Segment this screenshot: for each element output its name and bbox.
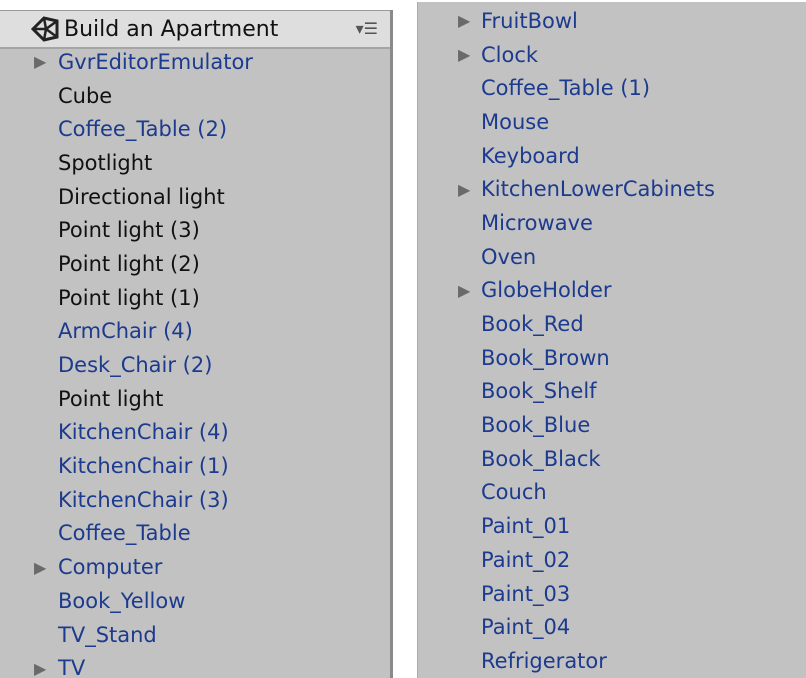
hierarchy-item[interactable]: Point light (1): [0, 281, 390, 315]
hierarchy-item-label: Point light (3): [58, 218, 200, 243]
hierarchy-item-label: Cube: [58, 83, 113, 108]
expand-arrow-icon[interactable]: ▶: [458, 11, 470, 30]
hierarchy-item[interactable]: KitchenChair (3): [0, 483, 390, 517]
hierarchy-item[interactable]: Paint_02: [418, 543, 806, 577]
hierarchy-item[interactable]: Point light (3): [0, 213, 390, 247]
hierarchy-item-label: GvrEditorEmulator: [58, 49, 253, 74]
hierarchy-item[interactable]: Book_Black: [418, 442, 806, 476]
hierarchy-item[interactable]: Paint_04: [418, 610, 806, 644]
hierarchy-item-label: TV_Stand: [58, 622, 157, 647]
hierarchy-item[interactable]: Directional light: [0, 180, 390, 214]
unity-scene-icon: [30, 16, 59, 42]
hierarchy-item-label: Book_Shelf: [481, 379, 597, 404]
hierarchy-item-label: Book_Black: [481, 446, 601, 471]
hierarchy-item-label: Desk_Chair (2): [58, 353, 213, 378]
hierarchy-item-label: KitchenChair (4): [58, 420, 229, 445]
hierarchy-item-label: Book_Blue: [481, 413, 591, 438]
hierarchy-panel-left: Build an Apartment ▾☰ ▶ GvrEditorEmulator…: [0, 10, 393, 678]
expand-arrow-icon[interactable]: ▶: [34, 659, 46, 678]
hierarchy-item[interactable]: ▶ Computer: [0, 550, 390, 584]
hierarchy-item-label: Point light (2): [58, 251, 200, 276]
expand-arrow-icon[interactable]: ▶: [34, 52, 46, 71]
hierarchy-item[interactable]: Cube: [0, 79, 390, 113]
hierarchy-item[interactable]: ▶ GlobeHolder: [418, 274, 806, 308]
hierarchy-item-label: Spotlight: [58, 150, 153, 175]
hierarchy-panel-right: ▶ FruitBowl ▶ Clock Coffee_Table (1) Mouse Key…: [417, 2, 806, 678]
hierarchy-item[interactable]: Oven: [418, 240, 806, 274]
expand-arrow-icon[interactable]: ▶: [34, 558, 46, 577]
expand-arrow-icon[interactable]: ▶: [458, 281, 470, 300]
hierarchy-list: ▶ FruitBowl ▶ Clock Coffee_Table (1) Mouse Key…: [418, 4, 806, 678]
hierarchy-item[interactable]: Refrigerator: [418, 644, 806, 678]
hierarchy-item[interactable]: Book_Brown: [418, 341, 806, 375]
scrollbar[interactable]: [390, 120, 393, 678]
hierarchy-item-label: KitchenLowerCabinets: [481, 177, 715, 202]
hierarchy-item-label: Coffee_Table (1): [481, 76, 651, 101]
hierarchy-item-label: GlobeHolder: [481, 278, 612, 303]
hierarchy-item-label: Mouse: [481, 109, 550, 134]
hierarchy-item-label: Coffee_Table: [58, 521, 191, 546]
hierarchy-item[interactable]: Book_Yellow: [0, 584, 390, 618]
hierarchy-list: ▶ GvrEditorEmulator Cube Coffee_Table (2) Sp…: [0, 45, 390, 678]
hierarchy-item[interactable]: ▶ TV: [0, 651, 390, 678]
hierarchy-item-label: Oven: [481, 244, 537, 269]
hierarchy-item[interactable]: KitchenChair (1): [0, 449, 390, 483]
hierarchy-item-label: FruitBowl: [481, 8, 578, 33]
hierarchy-item[interactable]: Spotlight: [0, 146, 390, 180]
hierarchy-item[interactable]: Book_Shelf: [418, 375, 806, 409]
expand-arrow-icon[interactable]: ▶: [458, 45, 470, 64]
hierarchy-item-label: Paint_03: [481, 581, 571, 606]
hierarchy-item-label: TV: [58, 656, 86, 678]
hierarchy-item-label: Paint_02: [481, 547, 571, 572]
scene-header[interactable]: Build an Apartment ▾☰: [0, 10, 390, 49]
hierarchy-item-label: Point light: [58, 386, 164, 411]
hierarchy-item[interactable]: ▶ KitchenLowerCabinets: [418, 172, 806, 206]
hierarchy-item[interactable]: ▶ Clock: [418, 38, 806, 72]
hierarchy-item[interactable]: Microwave: [418, 206, 806, 240]
hierarchy-item-label: Refrigerator: [481, 648, 607, 673]
hierarchy-item-label: Book_Brown: [481, 345, 610, 370]
hierarchy-item[interactable]: Book_Blue: [418, 408, 806, 442]
hierarchy-item-label: Paint_01: [481, 514, 571, 539]
hierarchy-item-label: Book_Red: [481, 312, 584, 337]
hierarchy-item[interactable]: KitchenChair (4): [0, 416, 390, 450]
hierarchy-item[interactable]: ArmChair (4): [0, 315, 390, 349]
hierarchy-item[interactable]: Coffee_Table (1): [418, 71, 806, 105]
hierarchy-item[interactable]: Paint_01: [418, 509, 806, 543]
hierarchy-item[interactable]: Keyboard: [418, 139, 806, 173]
hierarchy-item[interactable]: Desk_Chair (2): [0, 348, 390, 382]
hierarchy-item[interactable]: Mouse: [418, 105, 806, 139]
hierarchy-item-label: Computer: [58, 555, 163, 580]
hierarchy-item-label: KitchenChair (3): [58, 487, 229, 512]
hierarchy-item-label: Microwave: [481, 210, 593, 235]
hierarchy-item-label: Couch: [481, 480, 547, 505]
hierarchy-item-label: Book_Yellow: [58, 588, 186, 613]
hierarchy-item-label: ArmChair (4): [58, 319, 193, 344]
hierarchy-item[interactable]: ▶ GvrEditorEmulator: [0, 45, 390, 79]
hierarchy-item-label: Point light (1): [58, 285, 200, 310]
hierarchy-item-label: Keyboard: [481, 143, 580, 168]
hierarchy-item-label: Paint_04: [481, 615, 571, 640]
hierarchy-item[interactable]: Couch: [418, 476, 806, 510]
hierarchy-item-label: Directional light: [58, 184, 225, 209]
hierarchy-item[interactable]: Paint_03: [418, 577, 806, 611]
hierarchy-item-label: Coffee_Table (2): [58, 117, 228, 142]
dropdown-menu-icon[interactable]: ▾☰: [356, 19, 378, 38]
scene-title: Build an Apartment: [64, 16, 279, 42]
hierarchy-item[interactable]: Point light: [0, 382, 390, 416]
hierarchy-item[interactable]: Point light (2): [0, 247, 390, 281]
hierarchy-item[interactable]: ▶ FruitBowl: [418, 4, 806, 38]
hierarchy-item-label: KitchenChair (1): [58, 454, 229, 479]
hierarchy-item-label: Clock: [481, 42, 539, 67]
expand-arrow-icon[interactable]: ▶: [458, 180, 470, 199]
hierarchy-item[interactable]: TV_Stand: [0, 618, 390, 652]
hierarchy-item[interactable]: Book_Red: [418, 307, 806, 341]
hierarchy-item[interactable]: Coffee_Table (2): [0, 112, 390, 146]
hierarchy-item[interactable]: Coffee_Table: [0, 517, 390, 551]
